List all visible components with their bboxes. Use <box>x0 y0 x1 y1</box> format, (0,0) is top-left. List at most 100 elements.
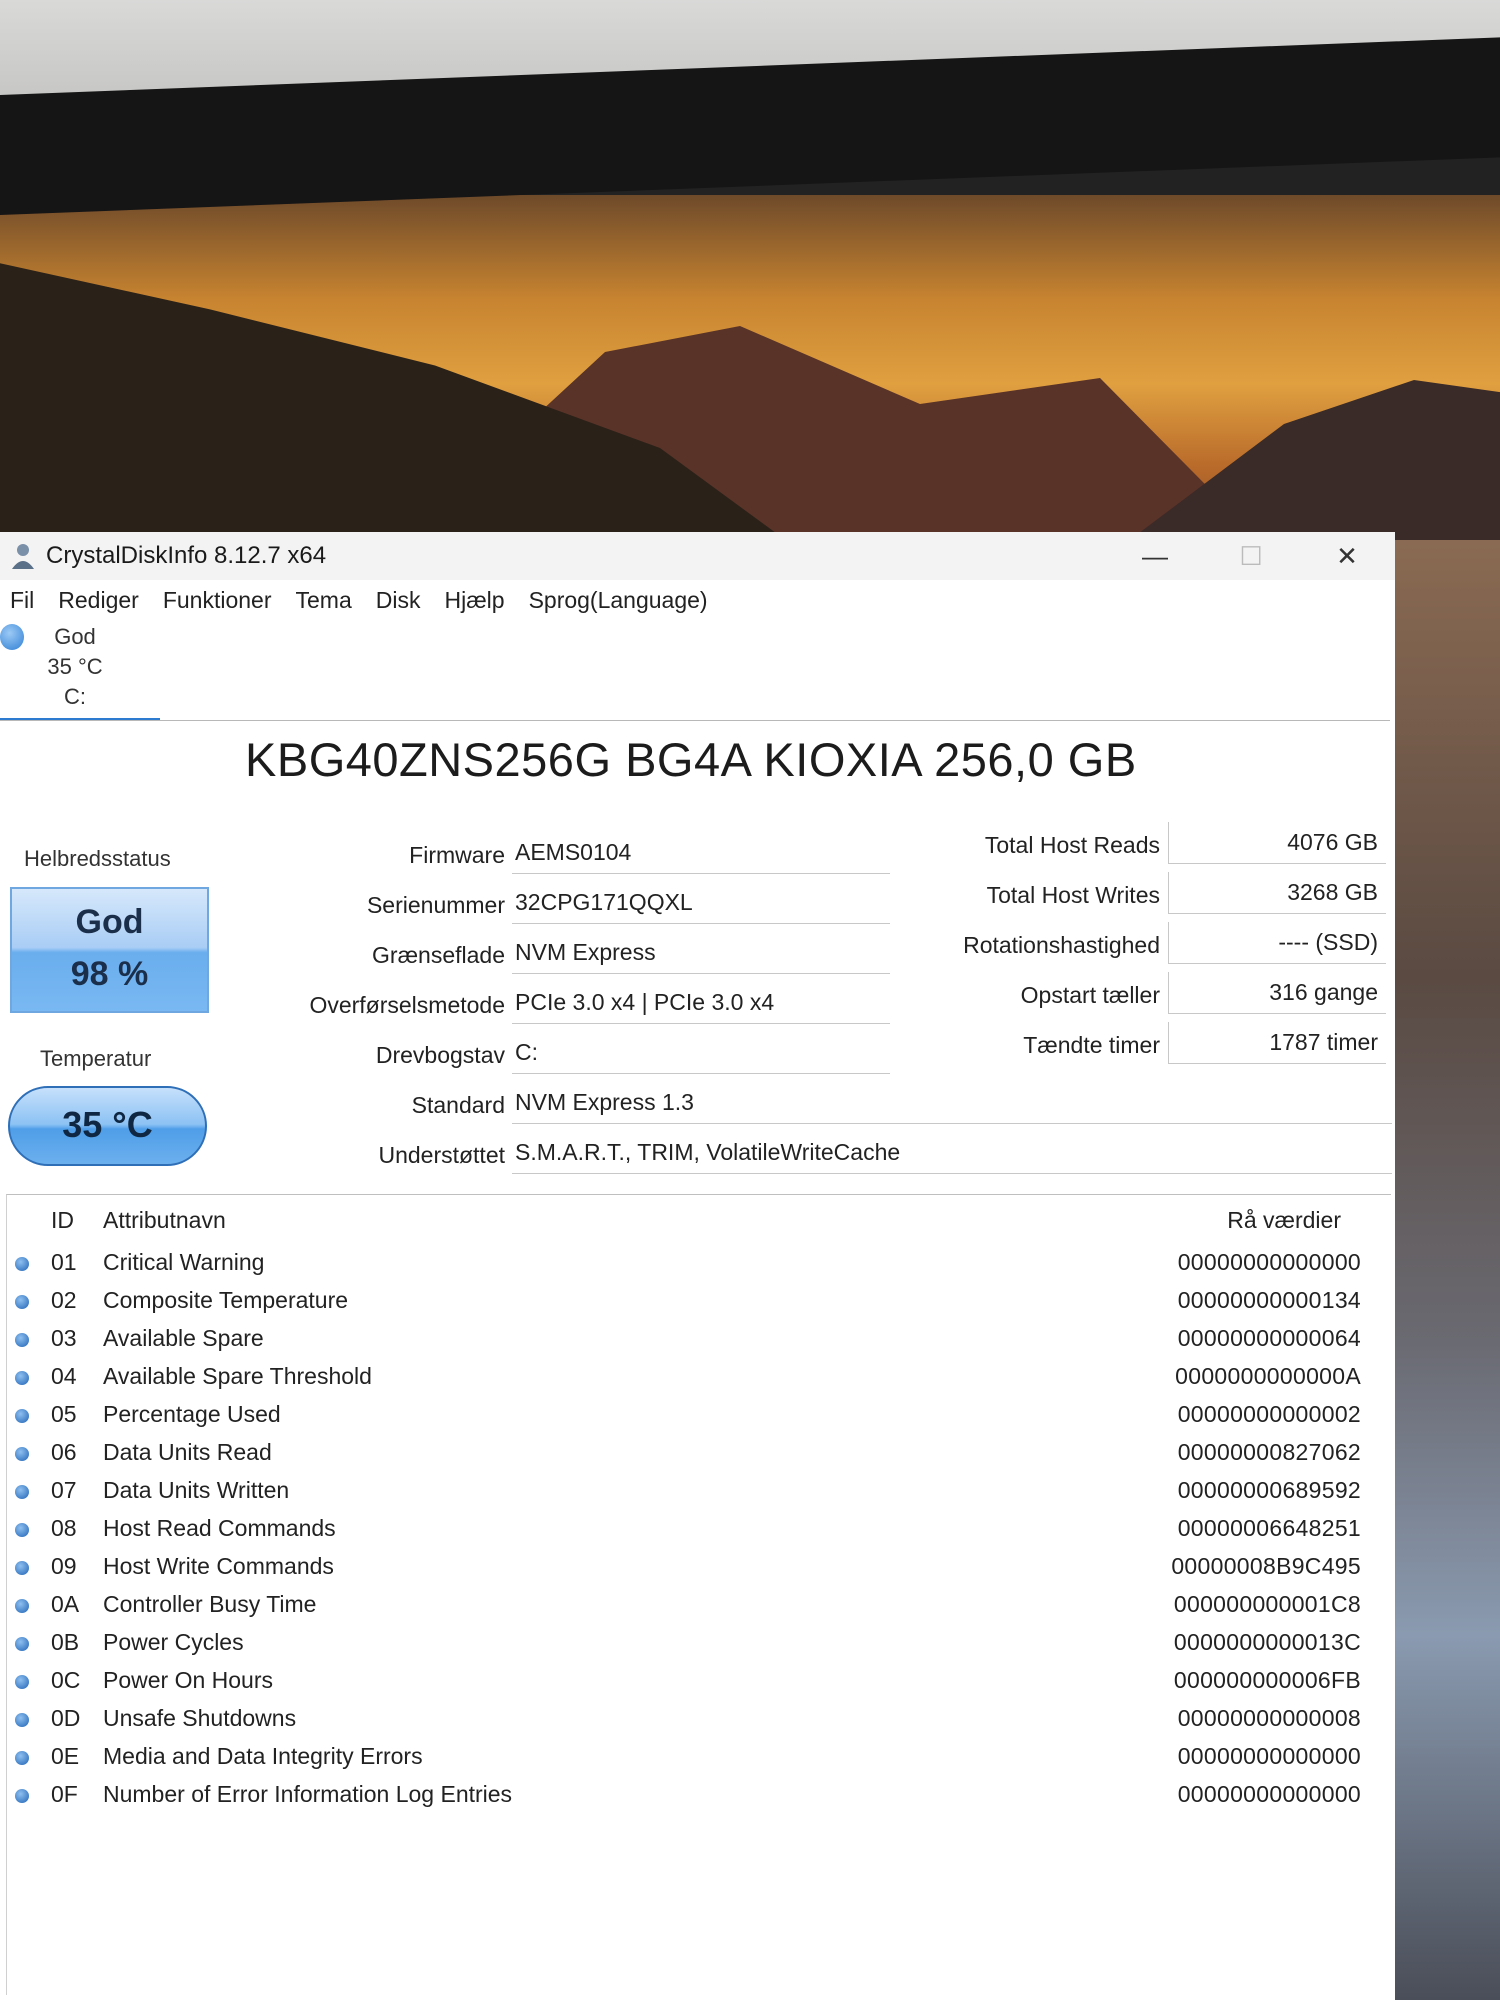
features-value: S.M.A.R.T., TRIM, VolatileWriteCache <box>512 1132 1392 1174</box>
table-row[interactable]: 04 Available Spare Threshold 0000000000000… <box>7 1359 1391 1397</box>
attr-name: Composite Temperature <box>103 1287 349 1313</box>
attr-id: 0E <box>51 1743 80 1769</box>
rotation-label: Rotationshastighed <box>963 932 1160 958</box>
table-row[interactable]: 09 Host Write Commands 00000008B9C495 <box>7 1549 1391 1587</box>
health-status-badge[interactable]: God 98 % <box>10 887 209 1013</box>
table-row[interactable]: 03 Available Spare 00000000000064 <box>7 1321 1391 1359</box>
status-dot-icon <box>15 1789 29 1803</box>
health-percent: 98 % <box>70 955 149 993</box>
wallpaper-lake <box>1380 540 1500 2000</box>
smart-header-name[interactable]: Attributnavn <box>103 1207 226 1239</box>
status-dot-icon <box>15 1371 29 1385</box>
temperature-value: 35 °C <box>62 1104 153 1145</box>
power-count-label: Opstart tæller <box>1020 982 1160 1008</box>
attr-id: 03 <box>51 1325 77 1351</box>
firmware-value: AEMS0104 <box>512 832 890 874</box>
attr-raw: 0000000000013C <box>1173 1629 1361 1655</box>
attr-name: Number of Error Information Log Entries <box>103 1781 513 1807</box>
power-hours-label: Tændte timer <box>1023 1032 1160 1058</box>
host-reads-label: Total Host Reads <box>984 832 1160 858</box>
table-row[interactable]: 0A Controller Busy Time 000000000001C8 <box>7 1587 1391 1625</box>
status-dot-icon <box>15 1713 29 1727</box>
attr-name: Available Spare Threshold <box>103 1363 372 1389</box>
smart-header-id[interactable]: ID <box>51 1207 74 1239</box>
attr-name: Unsafe Shutdowns <box>103 1705 297 1731</box>
table-row[interactable]: 01 Critical Warning 00000000000000 <box>7 1245 1391 1283</box>
standard-label: Standard <box>411 1092 505 1118</box>
attr-id: 04 <box>51 1363 77 1389</box>
close-button[interactable]: ✕ <box>1299 532 1395 580</box>
menu-theme[interactable]: Tema <box>286 587 366 614</box>
table-row[interactable]: 02 Composite Temperature 00000000000134 <box>7 1283 1391 1321</box>
table-row[interactable]: 05 Percentage Used 00000000000002 <box>7 1397 1391 1435</box>
attr-id: 05 <box>51 1401 77 1427</box>
attr-raw: 0000000000000A <box>1175 1363 1361 1389</box>
attr-id: 01 <box>51 1249 77 1275</box>
menu-file[interactable]: Fil <box>0 587 48 614</box>
table-row[interactable]: 0C Power On Hours 000000000006FB <box>7 1663 1391 1701</box>
attr-id: 0D <box>51 1705 81 1731</box>
menu-language[interactable]: Sprog(Language) <box>519 587 722 614</box>
attr-raw: 00000000000008 <box>1177 1705 1361 1731</box>
menu-bar: Fil Rediger Funktioner Tema Disk Hjælp S… <box>0 582 722 618</box>
attr-name: Critical Warning <box>103 1249 265 1275</box>
smart-header-raw[interactable]: Rå værdier <box>1227 1207 1341 1239</box>
attr-raw: 000000000001C8 <box>1173 1591 1361 1617</box>
menu-functions[interactable]: Funktioner <box>153 587 286 614</box>
attr-name: Power Cycles <box>103 1629 244 1655</box>
table-row[interactable]: 08 Host Read Commands 00000006648251 <box>7 1511 1391 1549</box>
status-dot-icon <box>15 1751 29 1765</box>
attr-raw: 00000008B9C495 <box>1171 1553 1361 1579</box>
attr-name: Media and Data Integrity Errors <box>103 1743 423 1769</box>
menu-disk[interactable]: Disk <box>366 587 435 614</box>
maximize-button[interactable]: ☐ <box>1203 532 1299 580</box>
status-dot-icon <box>15 1561 29 1575</box>
status-dot-icon <box>15 1295 29 1309</box>
attr-name: Available Spare <box>103 1325 264 1351</box>
health-label: Helbredsstatus <box>24 846 171 871</box>
drive-tab-status: God <box>54 624 96 649</box>
table-row[interactable]: 0D Unsafe Shutdowns 00000000000008 <box>7 1701 1391 1739</box>
table-row[interactable]: 0F Number of Error Information Log Entrie… <box>7 1777 1391 1815</box>
attr-raw: 00000006648251 <box>1177 1515 1361 1541</box>
features-label: Understøttet <box>378 1142 505 1168</box>
table-row[interactable]: 0B Power Cycles 0000000000013C <box>7 1625 1391 1663</box>
app-window: CrystalDiskInfo 8.12.7 x64 — ☐ ✕ Fil Red… <box>0 532 1395 2000</box>
table-row[interactable]: 06 Data Units Read 00000000827062 <box>7 1435 1391 1473</box>
attr-name: Host Write Commands <box>103 1553 334 1579</box>
menu-edit[interactable]: Rediger <box>48 587 153 614</box>
host-reads-value: 4076 GB <box>1168 822 1386 864</box>
host-writes-label: Total Host Writes <box>986 882 1160 908</box>
attr-name: Host Read Commands <box>103 1515 336 1541</box>
firmware-label: Firmware <box>409 842 505 868</box>
drive-tab-letter: C: <box>64 684 86 709</box>
status-dot-icon <box>15 1409 29 1423</box>
minimize-button[interactable]: — <box>1107 532 1203 580</box>
status-dot-icon <box>15 1637 29 1651</box>
drive-letter-value: C: <box>512 1032 890 1074</box>
drive-tab-temp: 35 °C <box>47 654 103 679</box>
temperature-label: Temperatur <box>40 1046 152 1071</box>
status-dot-icon <box>15 1675 29 1689</box>
attr-name: Controller Busy Time <box>103 1591 317 1617</box>
table-row[interactable]: 0E Media and Data Integrity Errors 0000000… <box>7 1739 1391 1777</box>
attr-raw: 00000000827062 <box>1177 1439 1361 1465</box>
drive-tab-c[interactable]: God 35 °C C: <box>0 620 160 716</box>
attr-name: Data Units Written <box>103 1477 290 1503</box>
serial-value: 32CPG171QQXL <box>512 882 890 924</box>
status-dot-icon <box>15 1485 29 1499</box>
attr-raw: 00000000000000 <box>1177 1249 1361 1275</box>
title-bar[interactable]: CrystalDiskInfo 8.12.7 x64 — ☐ ✕ <box>0 532 1395 580</box>
temperature-badge[interactable]: 35 °C <box>8 1086 207 1166</box>
serial-label: Serienummer <box>366 892 505 918</box>
crystaldiskinfo-icon <box>12 544 34 569</box>
smart-table[interactable]: ID Attributnavn Rå værdier 01 Critical Wa… <box>6 1194 1391 1995</box>
table-row[interactable]: 07 Data Units Written 00000000689592 <box>7 1473 1391 1511</box>
attr-id: 02 <box>51 1287 77 1313</box>
menu-help[interactable]: Hjælp <box>434 587 518 614</box>
status-dot-icon <box>15 1523 29 1537</box>
host-writes-value: 3268 GB <box>1168 872 1386 914</box>
transfer-mode-value: PCIe 3.0 x4 | PCIe 3.0 x4 <box>512 982 890 1024</box>
interface-value: NVM Express <box>512 932 890 974</box>
attr-name: Percentage Used <box>103 1401 281 1427</box>
